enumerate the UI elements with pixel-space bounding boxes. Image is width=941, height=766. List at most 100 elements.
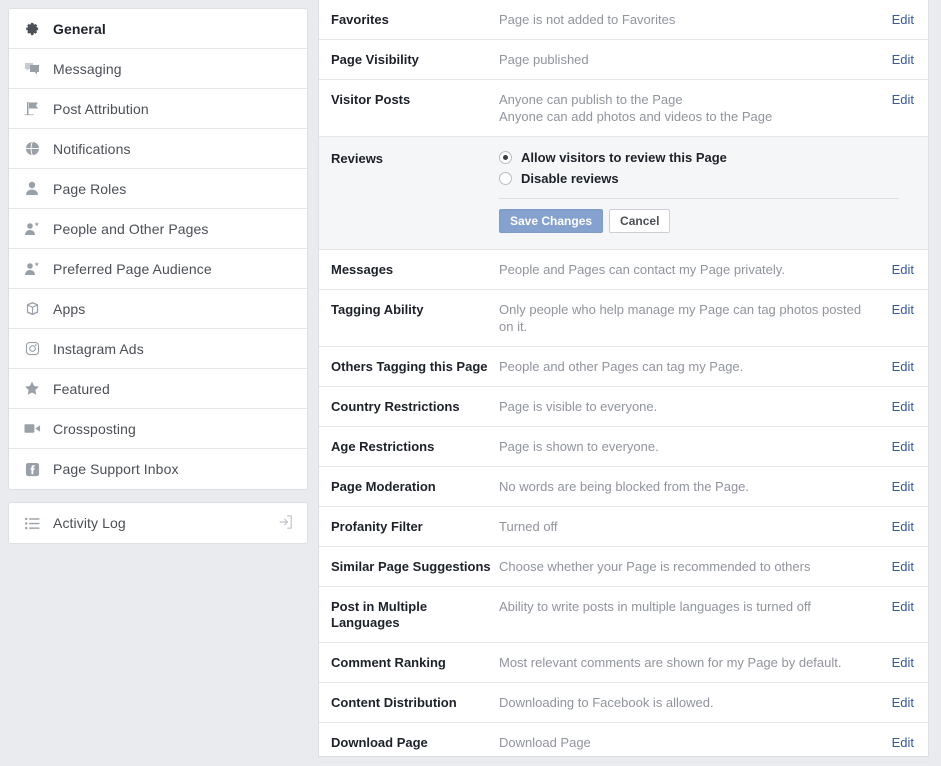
radio-button[interactable] bbox=[499, 172, 512, 185]
edit-link[interactable]: Edit bbox=[880, 598, 914, 615]
edit-link[interactable]: Edit bbox=[880, 734, 914, 751]
setting-value: Choose whether your Page is recommended … bbox=[499, 558, 880, 575]
setting-row: Messages People and Pages can contact my … bbox=[319, 250, 928, 290]
sidebar-item-notifications[interactable]: Notifications bbox=[9, 129, 307, 169]
setting-row: Page Moderation No words are being blocke… bbox=[319, 467, 928, 507]
setting-value-line: No words are being blocked from the Page… bbox=[499, 479, 750, 494]
setting-value: Page is shown to everyone. bbox=[499, 438, 880, 455]
globe-icon bbox=[21, 139, 43, 159]
sidebar-item-label: Page Roles bbox=[53, 180, 127, 197]
setting-row: Similar Page Suggestions Choose whether y… bbox=[319, 547, 928, 587]
setting-label: Download Page bbox=[331, 735, 428, 750]
edit-link[interactable]: Edit bbox=[880, 11, 914, 28]
reviews-option[interactable]: Disable reviews bbox=[499, 169, 899, 188]
setting-value-line: Only people who help manage my Page can … bbox=[499, 302, 862, 334]
reviews-actions: Save Changes Cancel bbox=[499, 209, 899, 233]
radio-button[interactable] bbox=[499, 151, 512, 164]
setting-row: Content Distribution Downloading to Faceb… bbox=[319, 683, 928, 723]
setting-value-line: Ability to write posts in multiple langu… bbox=[499, 599, 811, 614]
setting-value-line: Choose whether your Page is recommended … bbox=[499, 559, 811, 574]
edit-link[interactable]: Edit bbox=[880, 261, 914, 278]
setting-row: Comment Ranking Most relevant comments ar… bbox=[319, 643, 928, 683]
edit-link[interactable]: Edit bbox=[880, 694, 914, 711]
divider bbox=[499, 198, 899, 199]
setting-label: Tagging Ability bbox=[331, 302, 424, 317]
edit-link[interactable]: Edit bbox=[880, 518, 914, 535]
setting-value-line: Turned off bbox=[499, 519, 558, 534]
sidebar-item-activity-log[interactable]: Activity Log bbox=[9, 503, 307, 543]
cancel-button[interactable]: Cancel bbox=[609, 209, 671, 233]
sidebar-item-label: Activity Log bbox=[53, 515, 126, 531]
setting-row: Age Restrictions Page is shown to everyon… bbox=[319, 427, 928, 467]
arrow-into-box-icon[interactable] bbox=[277, 514, 295, 532]
edit-link[interactable]: Edit bbox=[880, 51, 914, 68]
edit-link[interactable]: Edit bbox=[880, 301, 914, 318]
sidebar-item-label: Instagram Ads bbox=[53, 340, 144, 357]
sidebar-item-general[interactable]: General bbox=[9, 9, 307, 49]
setting-label: Post in Multiple Languages bbox=[331, 599, 428, 630]
sidebar-item-people-and-other-pages[interactable]: People and Other Pages bbox=[9, 209, 307, 249]
setting-value: Most relevant comments are shown for my … bbox=[499, 654, 880, 671]
edit-link[interactable]: Edit bbox=[880, 558, 914, 575]
edit-link[interactable]: Edit bbox=[880, 91, 914, 108]
setting-value-line: Most relevant comments are shown for my … bbox=[499, 655, 842, 670]
setting-row: Tagging Ability Only people who help mana… bbox=[319, 290, 928, 347]
setting-row: Favorites Page is not added to Favorites E… bbox=[319, 0, 928, 40]
setting-value: People and other Pages can tag my Page. bbox=[499, 358, 880, 375]
setting-row: Download Page Download Page Edit bbox=[319, 723, 928, 763]
flag-icon bbox=[21, 99, 43, 119]
sidebar-item-post-attribution[interactable]: Post Attribution bbox=[9, 89, 307, 129]
sidebar-item-page-roles[interactable]: Page Roles bbox=[9, 169, 307, 209]
list-icon bbox=[21, 513, 43, 533]
sidebar-item-label: Messaging bbox=[53, 60, 122, 77]
setting-value-line: Anyone can add photos and videos to the … bbox=[499, 109, 773, 124]
sidebar-item-messaging[interactable]: Messaging bbox=[9, 49, 307, 89]
edit-link[interactable]: Edit bbox=[880, 438, 914, 455]
setting-value: Only people who help manage my Page can … bbox=[499, 301, 880, 335]
person-icon bbox=[21, 179, 43, 199]
setting-row: Post in Multiple Languages Ability to wri… bbox=[319, 587, 928, 643]
edit-link[interactable]: Edit bbox=[880, 398, 914, 415]
sidebar-item-label: Preferred Page Audience bbox=[53, 260, 212, 277]
setting-value-line: Anyone can publish to the Page bbox=[499, 92, 683, 107]
setting-label: Reviews bbox=[331, 151, 384, 166]
settings-sidebar: General Messaging Post Attribution Notifica… bbox=[8, 8, 308, 544]
sidebar-item-crossposting[interactable]: Crossposting bbox=[9, 409, 307, 449]
sidebar-item-instagram-ads[interactable]: Instagram Ads bbox=[9, 329, 307, 369]
settings-content-card: Favorites Page is not added to Favorites E… bbox=[318, 0, 929, 763]
setting-value-line: Page is shown to everyone. bbox=[499, 439, 659, 454]
sidebar-item-page-support-inbox[interactable]: Page Support Inbox bbox=[9, 449, 307, 489]
setting-label: Page Visibility bbox=[331, 52, 419, 67]
setting-value: Ability to write posts in multiple langu… bbox=[499, 598, 880, 615]
sidebar-item-label: Notifications bbox=[53, 140, 131, 157]
setting-row-reviews: Reviews Allow visitors to review this Pag… bbox=[319, 137, 928, 250]
edit-link[interactable]: Edit bbox=[880, 654, 914, 671]
box-icon bbox=[21, 299, 43, 319]
reviews-options: Allow visitors to review this Page Disabl… bbox=[499, 148, 909, 233]
setting-value-line: People and other Pages can tag my Page. bbox=[499, 359, 744, 374]
setting-label: Age Restrictions bbox=[331, 439, 435, 454]
sidebar-item-label: Page Support Inbox bbox=[53, 461, 179, 477]
setting-value: No words are being blocked from the Page… bbox=[499, 478, 880, 495]
page-settings-screen: General Messaging Post Attribution Notifica… bbox=[0, 0, 941, 766]
setting-row: Others Tagging this Page People and other… bbox=[319, 347, 928, 387]
setting-label: Messages bbox=[331, 262, 394, 277]
facebook-icon bbox=[21, 459, 43, 479]
edit-link[interactable]: Edit bbox=[880, 358, 914, 375]
edit-link[interactable]: Edit bbox=[880, 478, 914, 495]
setting-value: People and Pages can contact my Page pri… bbox=[499, 261, 880, 278]
sidebar-item-apps[interactable]: Apps bbox=[9, 289, 307, 329]
sidebar-item-label: General bbox=[53, 20, 106, 37]
setting-value-line: Page published bbox=[499, 52, 589, 67]
setting-value: Page is visible to everyone. bbox=[499, 398, 880, 415]
sidebar-item-featured[interactable]: Featured bbox=[9, 369, 307, 409]
reviews-option[interactable]: Allow visitors to review this Page bbox=[499, 148, 899, 167]
sidebar-item-label: Crossposting bbox=[53, 420, 136, 437]
save-changes-button[interactable]: Save Changes bbox=[499, 209, 604, 233]
person-star-icon bbox=[21, 219, 43, 239]
setting-value-line: Page is visible to everyone. bbox=[499, 399, 658, 414]
gear-icon bbox=[21, 19, 43, 39]
setting-value: Downloading to Facebook is allowed. bbox=[499, 694, 880, 711]
sidebar-item-preferred-page-audience[interactable]: Preferred Page Audience bbox=[9, 249, 307, 289]
setting-value: Turned off bbox=[499, 518, 880, 535]
